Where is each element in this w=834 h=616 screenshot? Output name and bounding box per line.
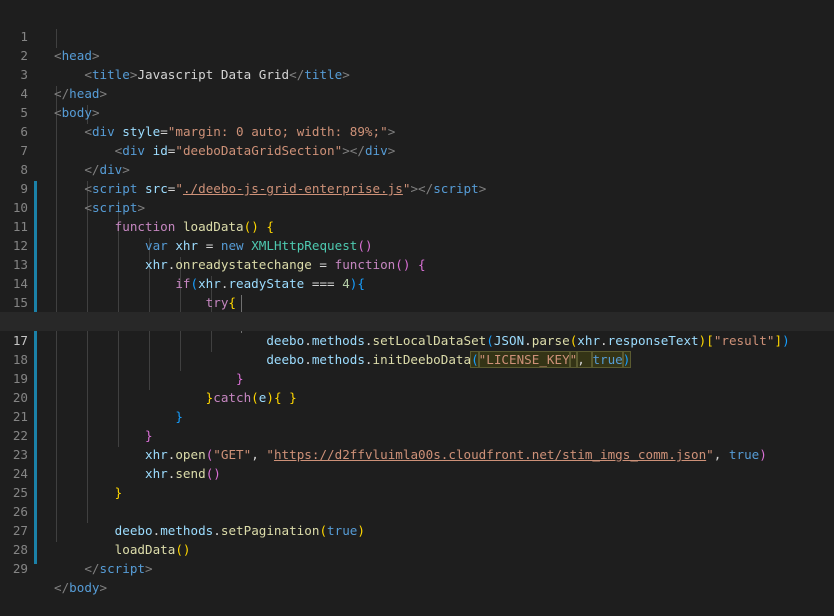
code-editor[interactable]: 1 <head> 2 <title>Javascript Data Grid</… [0,0,834,595]
code-line[interactable]: 8 <script src="./deebo-js-grid-enterpris… [0,141,834,196]
code-line[interactable]: 27 loadData() [0,502,834,557]
code-line[interactable]: 28 </script> [0,521,834,576]
code-line[interactable]: 19 }catch(e){ } [0,350,834,405]
code-line[interactable]: 23 xhr.send() [0,426,834,481]
code-line[interactable]: 13 if(xhr.readyState === 4){ [0,236,834,291]
current-code-line[interactable]: 17 deebo.methods.initDeeboData("LICENSE_… [0,312,834,368]
code-line[interactable]: 14 try{ [0,255,834,310]
code-line[interactable]: 12 xhr.onreadystatechange = function() { [0,217,834,272]
code-line[interactable]: 25 [0,464,834,500]
code-line[interactable]: 11 var xhr = new XMLHttpRequest() [0,198,834,253]
code-line[interactable]: 21 } [0,388,834,443]
code-line[interactable]: 26 deebo.methods.setPagination(true) [0,483,834,538]
code-line[interactable]: 29 </body> [0,540,834,595]
code-line[interactable]: 5 <div style="margin: 0 auto; width: 89%… [0,84,834,139]
code-line[interactable]: 4 <body> [0,65,834,120]
code-line[interactable]: 18 } [0,331,834,386]
code-line[interactable]: 15 if(xhr.status === 200){ [0,274,834,329]
code-text: </script> [84,561,153,576]
code-line[interactable]: 6 <div id="deeboDataGridSection"></div> [0,103,834,158]
code-line[interactable]: 24 } [0,445,834,500]
code-line[interactable]: 2 <title>Javascript Data Grid</title> [0,27,834,82]
code-line[interactable]: 1 <head> [0,8,834,63]
code-line[interactable]: 7 </div> [0,122,834,177]
line-number: 29 [12,561,28,576]
code-line[interactable]: 22 xhr.open("GET", "https://d2ffvluimla0… [0,407,834,462]
code-line[interactable]: 9 <script> [0,160,834,215]
code-line[interactable]: 20 } [0,369,834,424]
code-line[interactable]: 10 function loadData() { [0,179,834,234]
code-line[interactable]: 3 </head> [0,46,834,101]
code-line[interactable]: 16 deebo.methods.setLocalDataSet(JSON.pa… [0,293,834,348]
code-text: </body> [54,580,108,595]
